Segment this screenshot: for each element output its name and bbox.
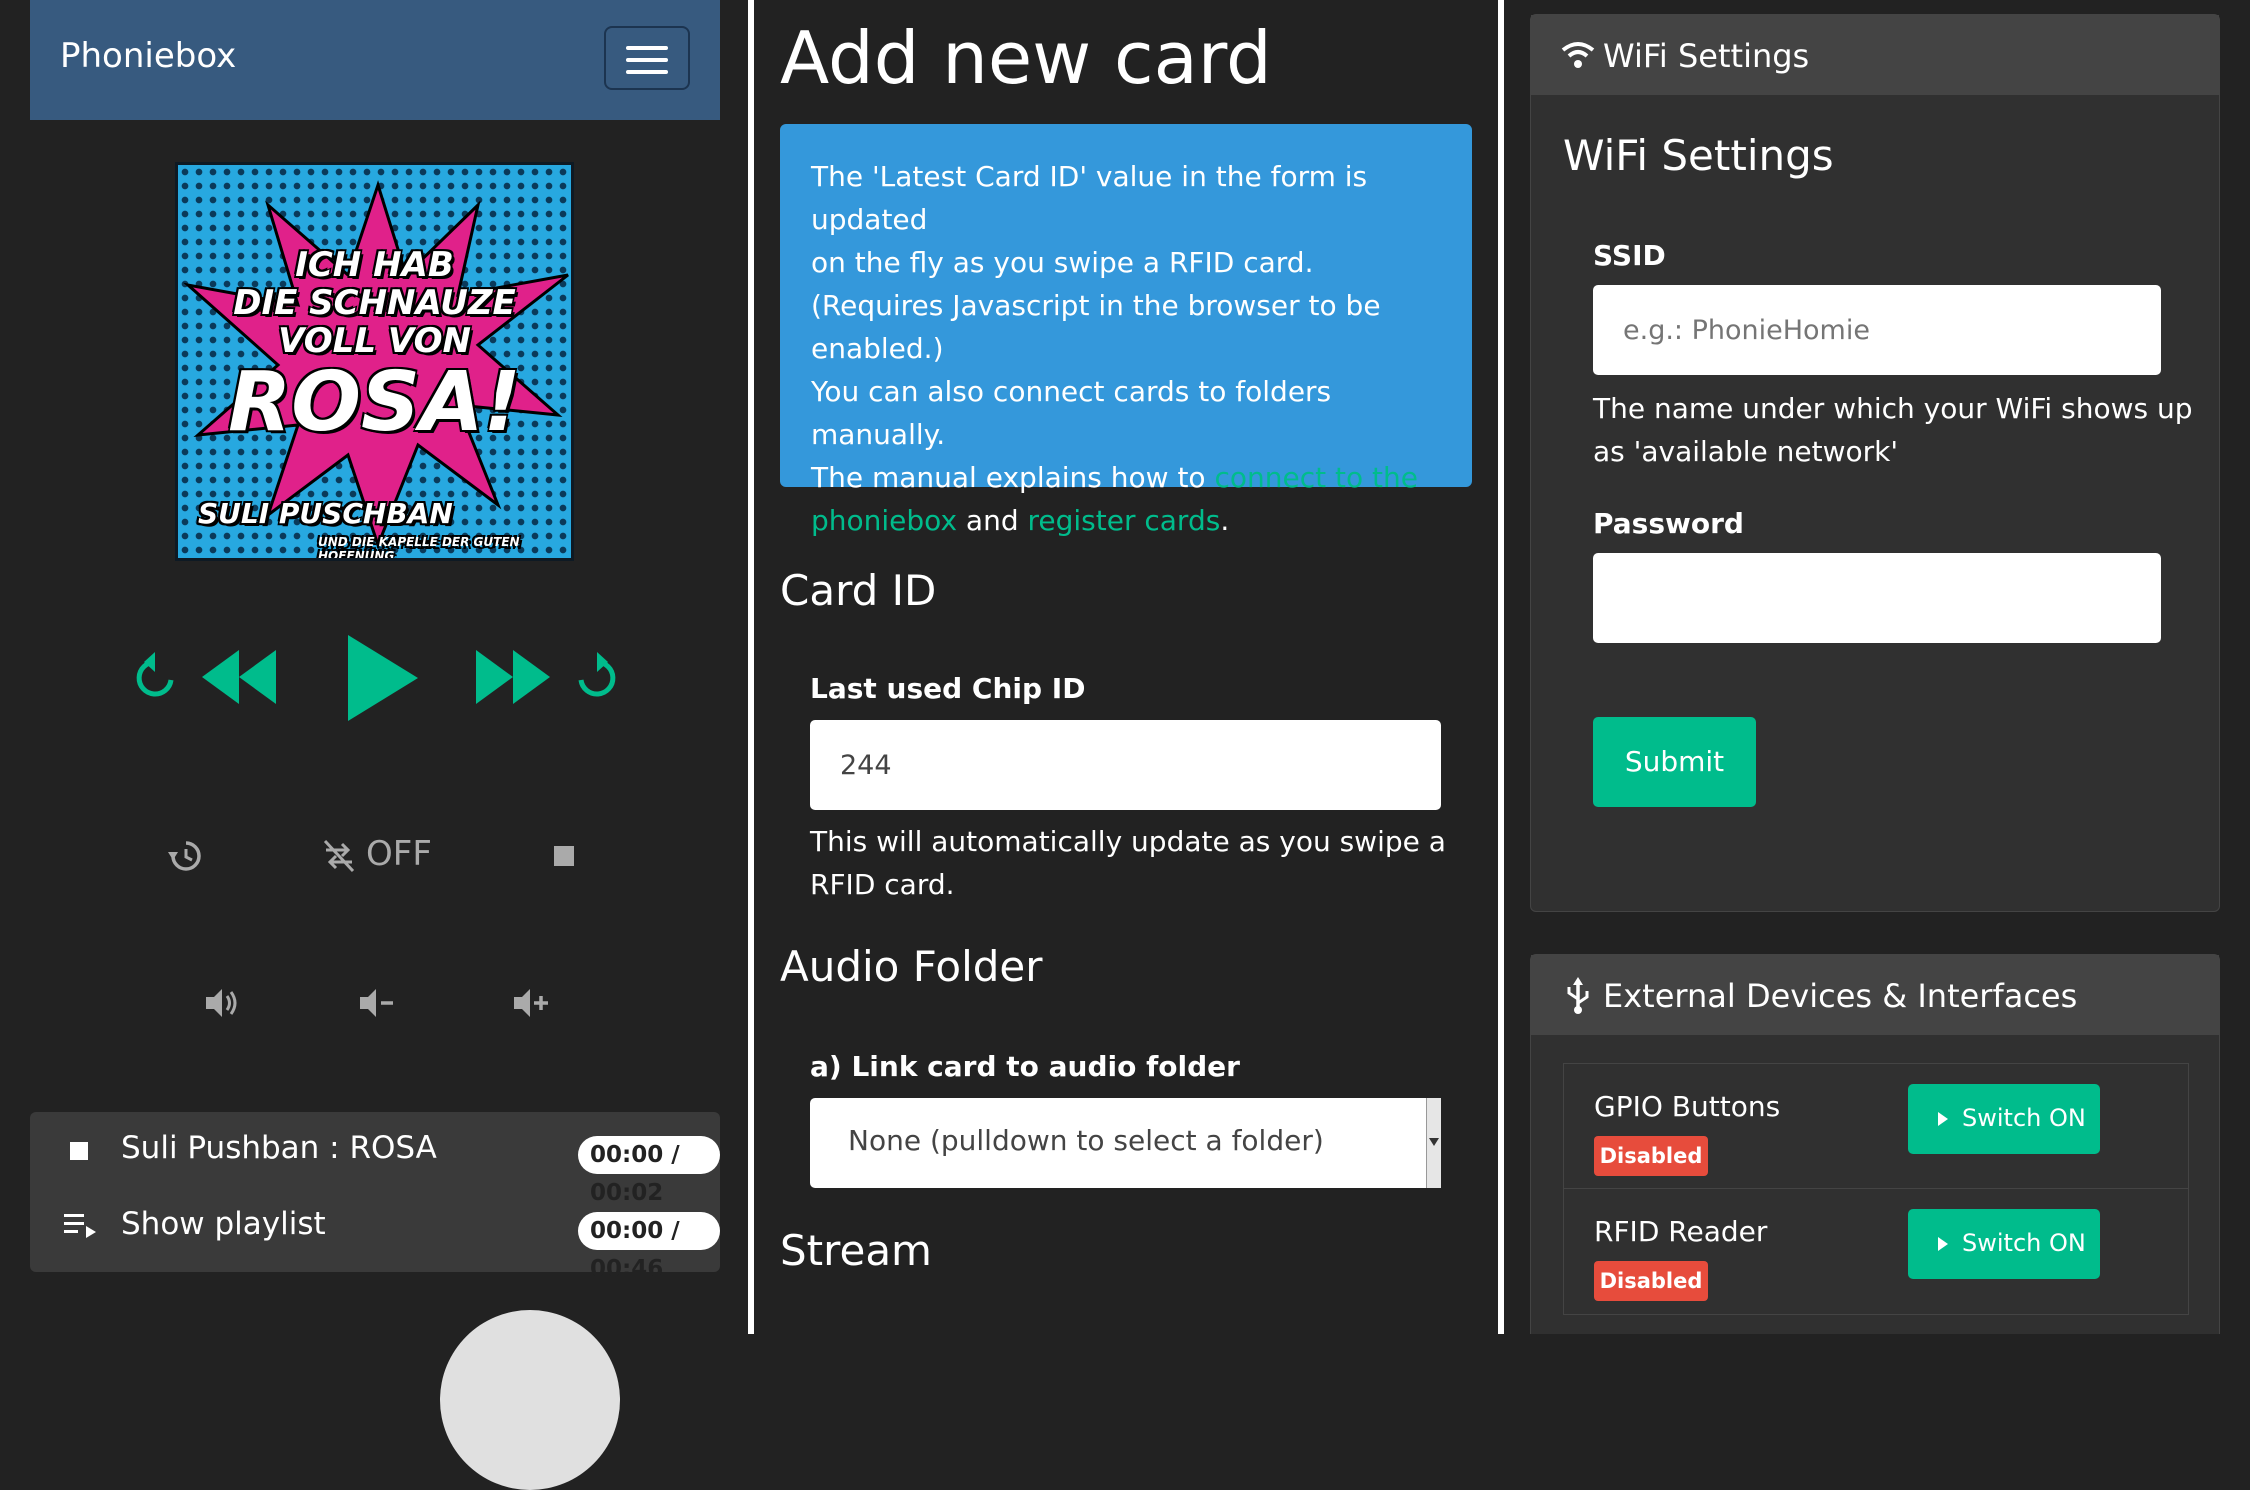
song-list: Suli Pushban : ROSA 00:00 / 00:02 Show p…: [30, 1112, 720, 1282]
external-devices-card: External Devices & Interfaces GPIO Butto…: [1530, 954, 2220, 1334]
status-badge: Disabled: [1594, 1136, 1708, 1176]
seek-forward-icon[interactable]: [574, 652, 620, 704]
play-small-icon: [1938, 1112, 1948, 1126]
page-title: Add new card: [780, 16, 1272, 100]
show-playlist-label: Show playlist: [121, 1206, 326, 1242]
submit-button[interactable]: Submit: [1593, 717, 1756, 807]
card-id-heading: Card ID: [780, 566, 937, 615]
usb-icon: [1567, 977, 1589, 1014]
stream-heading: Stream: [780, 1226, 932, 1275]
cover-band: UND DIE KAPELLE DER GUTEN HOFFNUNG: [318, 535, 520, 561]
replay-icon[interactable]: [168, 838, 204, 874]
device-row-gpio: GPIO Buttons Disabled Switch ON: [1563, 1063, 2189, 1189]
info-line-2: on the fly as you swipe a RFID card.: [811, 246, 1314, 279]
floating-action-circle[interactable]: [440, 1310, 620, 1490]
repeat-off-icon[interactable]: [322, 838, 356, 874]
rfid-switch-on-button[interactable]: Switch ON: [1908, 1209, 2100, 1279]
info-line-1: The 'Latest Card ID' value in the form i…: [811, 160, 1368, 236]
info-line-7: phoniebox and register cards.: [811, 504, 1230, 537]
panel-divider-1: [748, 0, 754, 1334]
show-playlist-row[interactable]: Show playlist 00:00 / 00:46: [30, 1188, 720, 1282]
navbar: Phoniebox: [30, 0, 720, 120]
chip-id-help: This will automatically update as you sw…: [810, 825, 1446, 901]
wifi-card-title: WiFi Settings: [1603, 37, 1810, 75]
device-row-rfid: RFID Reader Disabled Switch ON: [1563, 1189, 2189, 1315]
stop-state-icon: [70, 1142, 88, 1160]
wifi-card-header: WiFi Settings: [1531, 15, 2219, 95]
volume-up-icon[interactable]: [514, 988, 548, 1018]
hamburger-icon: [626, 46, 668, 50]
current-song-title: Suli Pushban : ROSA: [121, 1130, 437, 1166]
menu-toggle-button[interactable]: [604, 26, 690, 90]
next-icon[interactable]: [476, 650, 550, 704]
link-folder-label: a) Link card to audio folder: [810, 1050, 1240, 1083]
playlist-time: 00:00 / 00:46: [578, 1212, 720, 1282]
repeat-status-label: OFF: [366, 834, 432, 874]
chevron-down-icon: [1429, 1138, 1439, 1146]
status-badge: Disabled: [1594, 1261, 1708, 1301]
panel-divider-2: [1498, 0, 1504, 1334]
info-line-3: (Requires Javascript in the browser to b…: [811, 289, 1381, 322]
connect-link-part1[interactable]: connect to the: [1214, 461, 1417, 494]
connect-link-part2[interactable]: phoniebox: [811, 504, 957, 537]
wifi-settings-card: WiFi Settings WiFi Settings SSID The nam…: [1530, 14, 2220, 912]
album-cover: ICH HAB DIE SCHNAUZE VOLL VON ROSA! SULI…: [175, 162, 574, 561]
current-song-row[interactable]: Suli Pushban : ROSA 00:00 / 00:02: [30, 1112, 720, 1206]
info-line-6: The manual explains how to connect to th…: [811, 461, 1418, 494]
wifi-heading: WiFi Settings: [1563, 131, 1834, 180]
password-input[interactable]: [1593, 553, 2161, 643]
navbar-brand[interactable]: Phoniebox: [60, 36, 236, 76]
wifi-icon: [1561, 42, 1595, 68]
folder-select[interactable]: None (pulldown to select a folder): [810, 1098, 1441, 1188]
volume-icon[interactable]: [206, 988, 238, 1018]
ssid-label: SSID: [1593, 239, 1666, 272]
register-cards-link[interactable]: register cards: [1028, 504, 1221, 537]
chip-id-label: Last used Chip ID: [810, 672, 1086, 705]
external-card-header: External Devices & Interfaces: [1531, 955, 2219, 1035]
gpio-switch-on-button[interactable]: Switch ON: [1908, 1084, 2100, 1154]
audio-folder-heading: Audio Folder: [780, 942, 1043, 991]
external-card-title: External Devices & Interfaces: [1603, 977, 2078, 1015]
play-small-icon: [1938, 1237, 1948, 1251]
folder-select-value: None (pulldown to select a folder): [848, 1124, 1324, 1157]
cover-artist: SULI PUSCHBAN: [198, 497, 453, 530]
info-alert: The 'Latest Card ID' value in the form i…: [780, 124, 1472, 537]
chip-id-input[interactable]: [810, 720, 1441, 810]
cover-line-4: ROSA!: [228, 355, 521, 450]
playlist-icon: [64, 1214, 96, 1238]
select-arrow: [1426, 1098, 1441, 1188]
seek-back-icon[interactable]: [132, 652, 178, 704]
ssid-input[interactable]: [1593, 285, 2161, 375]
ssid-help: The name under which your WiFi shows up …: [1593, 392, 2193, 468]
volume-down-icon[interactable]: [360, 988, 394, 1018]
device-name: RFID Reader: [1594, 1215, 1768, 1248]
device-name: GPIO Buttons: [1594, 1090, 1781, 1123]
current-song-time: 00:00 / 00:02: [578, 1136, 720, 1206]
cover-line-1: ICH HAB: [295, 245, 454, 285]
previous-icon[interactable]: [202, 650, 276, 704]
info-line-4: enabled.): [811, 332, 944, 365]
stop-icon[interactable]: [554, 846, 574, 866]
cover-line-2: DIE SCHNAUZE: [233, 283, 516, 323]
play-icon[interactable]: [348, 635, 418, 721]
password-label: Password: [1593, 507, 1744, 540]
info-line-5: You can also connect cards to folders ma…: [811, 375, 1332, 451]
